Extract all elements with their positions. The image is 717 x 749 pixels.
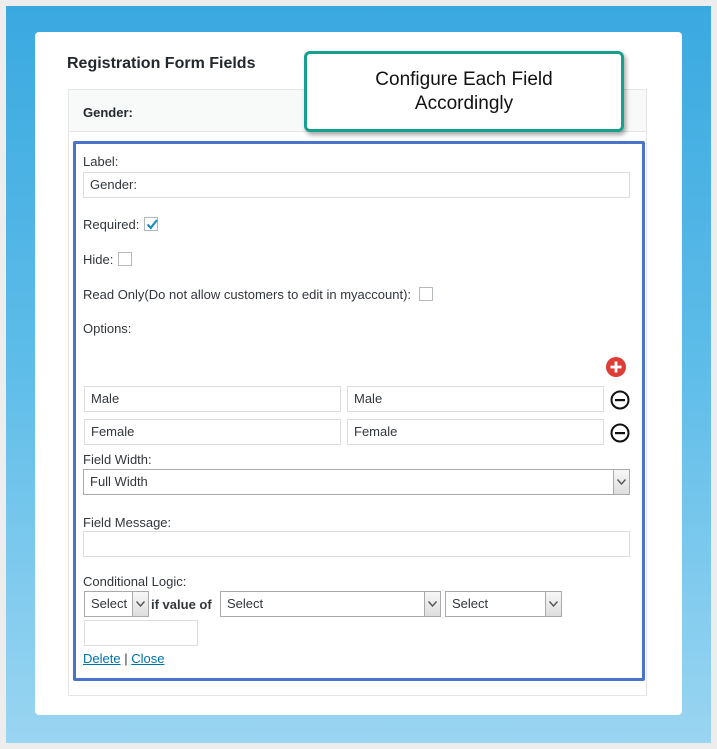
dropdown-arrow (613, 470, 629, 494)
label-caption: Label: (83, 154, 119, 169)
callout-line-1: Configure Each Field (375, 69, 553, 90)
label-input[interactable]: Gender: (83, 172, 630, 198)
conditional-field-value: Select (227, 596, 264, 611)
field-width-value: Full Width (90, 474, 148, 489)
option-value-input[interactable]: Female (84, 419, 341, 445)
option-label-input[interactable]: Female (347, 419, 604, 445)
delete-link[interactable]: Delete (83, 651, 121, 666)
dropdown-arrow (132, 592, 148, 616)
page-title: Registration Form Fields (67, 55, 256, 72)
conditional-action-select[interactable]: Select (84, 591, 149, 617)
required-checkbox[interactable] (144, 217, 158, 231)
if-value-of-text: if value of (151, 597, 212, 612)
required-caption: Required: (83, 217, 140, 232)
conditional-action-value: Select (91, 596, 128, 611)
dropdown-arrow (424, 592, 440, 616)
dropdown-arrow (545, 592, 561, 616)
readonly-checkbox[interactable] (419, 287, 433, 301)
minus-circle-icon[interactable] (610, 390, 630, 410)
checkmark-icon (146, 219, 158, 230)
field-message-caption: Field Message: (83, 515, 172, 530)
field-width-select[interactable]: Full Width (83, 469, 630, 495)
chevron-down-icon (617, 479, 626, 485)
conditional-operator-value: Select (452, 596, 489, 611)
options-caption: Options: (83, 321, 132, 336)
chevron-down-icon (549, 601, 558, 607)
annotation-callout: Configure Each Field Accordingly (304, 51, 624, 132)
readonly-caption: Read Only(Do not allow customers to edit… (83, 287, 412, 302)
conditional-field-select[interactable]: Select (220, 591, 441, 617)
option-value-input[interactable]: Male (84, 386, 341, 412)
conditional-logic-caption: Conditional Logic: (83, 574, 187, 589)
field-actions: Delete | Close (83, 651, 164, 666)
conditional-operator-select[interactable]: Select (445, 591, 562, 617)
option-label-input[interactable]: Male (347, 386, 604, 412)
chevron-down-icon (136, 601, 145, 607)
field-width-caption: Field Width: (83, 452, 152, 467)
minus-circle-icon[interactable] (610, 423, 630, 443)
field-message-input[interactable] (83, 531, 630, 557)
field-header-label: Gender: (83, 105, 133, 120)
link-separator: | (124, 651, 128, 666)
plus-circle-icon[interactable] (606, 357, 626, 377)
hide-caption: Hide: (83, 252, 114, 267)
callout-line-2: Accordingly (414, 93, 514, 114)
close-link[interactable]: Close (131, 651, 164, 666)
hide-checkbox[interactable] (118, 252, 132, 266)
conditional-value-input[interactable] (84, 620, 198, 646)
chevron-down-icon (428, 601, 437, 607)
